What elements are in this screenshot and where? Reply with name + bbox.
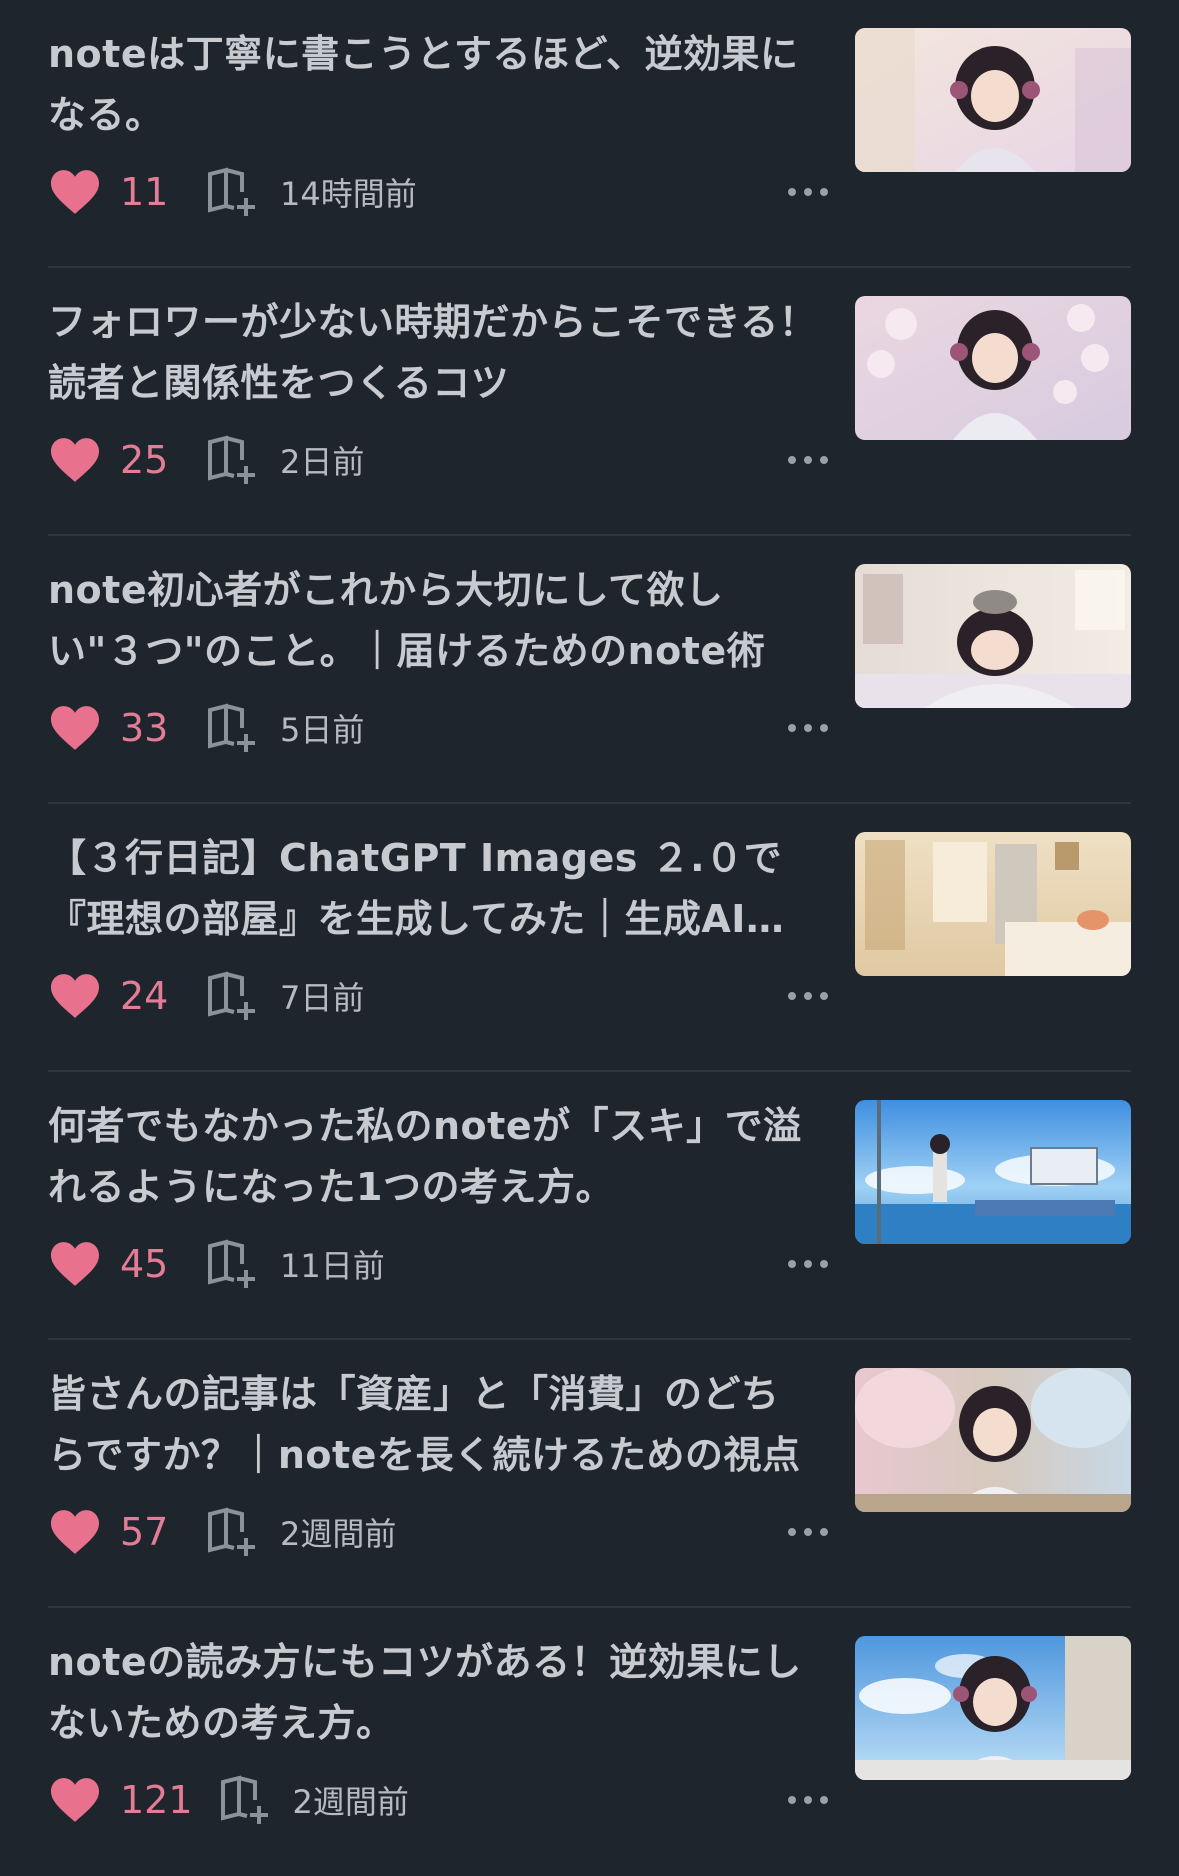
timestamp: 2週間前 — [292, 1783, 409, 1821]
article-item[interactable]: 【３行日記】ChatGPT Images ２.０で『理想の部屋』を生成してみた｜… — [48, 804, 1131, 1072]
heart-icon[interactable] — [48, 1240, 102, 1288]
article-item[interactable]: noteは丁寧に書こうとするほど、逆効果になる。 11 14時間前 — [48, 0, 1131, 268]
like-count: 11 — [120, 170, 169, 214]
article-title[interactable]: 【３行日記】ChatGPT Images ２.０で『理想の部屋』を生成してみた｜… — [48, 828, 818, 950]
like-count: 24 — [120, 974, 169, 1018]
article-list: noteは丁寧に書こうとするほど、逆効果になる。 11 14時間前 フォロワーが… — [0, 0, 1179, 1866]
article-title[interactable]: 皆さんの記事は「資産」と「消費」のどちらですか？｜noteを長く続けるための視点 — [48, 1364, 818, 1486]
bookmark-add-icon[interactable] — [217, 1774, 273, 1826]
article-thumbnail[interactable] — [855, 832, 1131, 976]
article-meta: 45 11日前 — [48, 1232, 828, 1296]
article-title[interactable]: フォロワーが少ない時期だからこそできる！読者と関係性をつくるコツ — [48, 292, 818, 414]
article-title[interactable]: note初心者がこれから大切にして欲しい"３つ"のこと。｜届けるためのnote術 — [48, 560, 818, 682]
article-meta: 24 7日前 — [48, 964, 828, 1028]
article-title[interactable]: noteは丁寧に書こうとするほど、逆効果になる。 — [48, 24, 818, 146]
article-thumbnail[interactable] — [855, 28, 1131, 172]
more-icon[interactable] — [788, 1782, 828, 1818]
timestamp: 11日前 — [280, 1247, 385, 1285]
heart-icon[interactable] — [48, 704, 102, 752]
article-item[interactable]: 何者でもなかった私のnoteが「スキ」で溢れるようになった1つの考え方。 45 … — [48, 1072, 1131, 1340]
like-count: 33 — [120, 706, 169, 750]
heart-icon[interactable] — [48, 436, 102, 484]
article-thumbnail[interactable] — [855, 564, 1131, 708]
timestamp: 2日前 — [280, 443, 365, 481]
article-item[interactable]: 皆さんの記事は「資産」と「消費」のどちらですか？｜noteを長く続けるための視点… — [48, 1340, 1131, 1608]
more-icon[interactable] — [788, 174, 828, 210]
article-meta: 11 14時間前 — [48, 160, 828, 224]
timestamp: 2週間前 — [280, 1515, 397, 1553]
article-meta: 33 5日前 — [48, 696, 828, 760]
article-title[interactable]: noteの読み方にもコツがある！逆効果にしないための考え方。 — [48, 1632, 818, 1754]
heart-icon[interactable] — [48, 972, 102, 1020]
article-thumbnail[interactable] — [855, 296, 1131, 440]
timestamp: 5日前 — [280, 711, 365, 749]
like-count: 57 — [120, 1510, 169, 1554]
more-icon[interactable] — [788, 1514, 828, 1550]
article-title[interactable]: 何者でもなかった私のnoteが「スキ」で溢れるようになった1つの考え方。 — [48, 1096, 818, 1218]
bookmark-add-icon[interactable] — [204, 434, 260, 486]
article-thumbnail[interactable] — [855, 1100, 1131, 1244]
bookmark-add-icon[interactable] — [204, 970, 260, 1022]
like-count: 25 — [120, 438, 169, 482]
heart-icon[interactable] — [48, 1776, 102, 1824]
more-icon[interactable] — [788, 1246, 828, 1282]
bookmark-add-icon[interactable] — [204, 1506, 260, 1558]
heart-icon[interactable] — [48, 1508, 102, 1556]
article-item[interactable]: フォロワーが少ない時期だからこそできる！読者と関係性をつくるコツ 25 2日前 — [48, 268, 1131, 536]
article-meta: 25 2日前 — [48, 428, 828, 492]
like-count: 121 — [120, 1778, 193, 1822]
bookmark-add-icon[interactable] — [204, 1238, 260, 1290]
more-icon[interactable] — [788, 710, 828, 746]
bookmark-add-icon[interactable] — [204, 702, 260, 754]
like-count: 45 — [120, 1242, 169, 1286]
article-thumbnail[interactable] — [855, 1636, 1131, 1780]
article-meta: 57 2週間前 — [48, 1500, 828, 1564]
article-item[interactable]: noteの読み方にもコツがある！逆効果にしないための考え方。 121 2週間前 — [48, 1608, 1131, 1876]
bookmark-add-icon[interactable] — [204, 166, 260, 218]
timestamp: 7日前 — [280, 979, 365, 1017]
article-item[interactable]: note初心者がこれから大切にして欲しい"３つ"のこと。｜届けるためのnote術… — [48, 536, 1131, 804]
article-thumbnail[interactable] — [855, 1368, 1131, 1512]
timestamp: 14時間前 — [280, 175, 417, 213]
more-icon[interactable] — [788, 978, 828, 1014]
article-meta: 121 2週間前 — [48, 1768, 828, 1832]
more-icon[interactable] — [788, 442, 828, 478]
heart-icon[interactable] — [48, 168, 102, 216]
